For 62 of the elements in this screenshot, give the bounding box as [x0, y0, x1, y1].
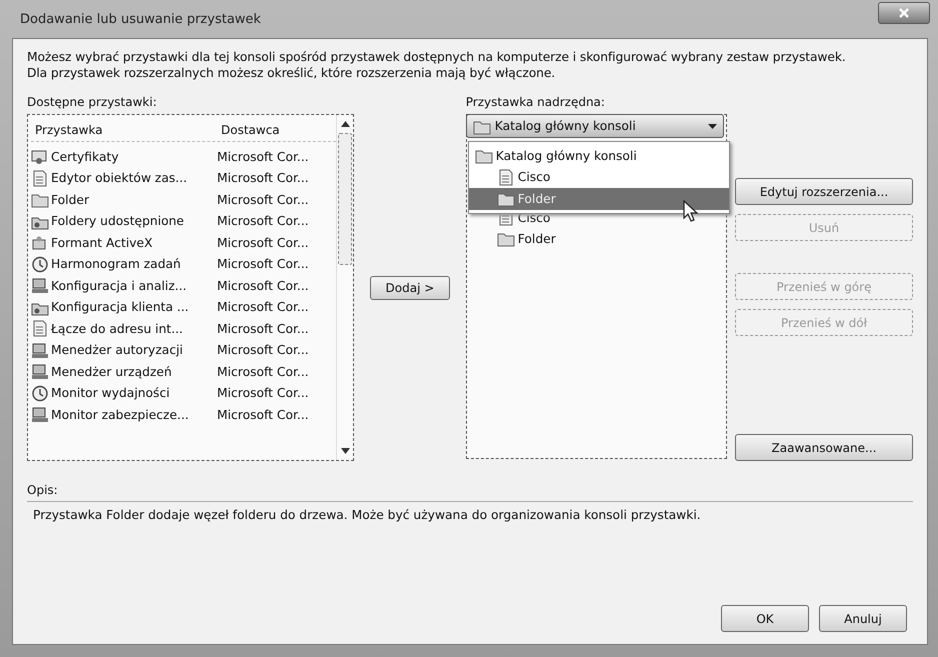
parent-label: Przystawka nadrzędna:: [466, 95, 606, 110]
list-item[interactable]: Edytor obiektów zas...: [51, 171, 188, 186]
computer-icon: [31, 406, 49, 424]
intro-text: Możesz wybrać przystawki dla tej konsoli spośród przystawek dostępnych na komputerze i skonfigurować wybrany zestaw przystawek.: [27, 49, 847, 65]
table-cell: Microsoft Cor...: [217, 386, 309, 400]
list-item[interactable]: Konfiguracja klienta ...: [51, 300, 189, 314]
column-header[interactable]: Dostawca: [221, 123, 280, 137]
description-label: Opis:: [27, 483, 913, 502]
parent-dropdown[interactable]: Katalog główny konsoli: [466, 114, 724, 138]
intro-text: Dla przystawek rozszerzalnych możesz określić, które rozszerzenia mają być włączone.: [27, 65, 556, 81]
caret-icon: [708, 124, 717, 128]
list-item[interactable]: Formant ActiveX: [51, 236, 152, 250]
scroll-down-arrow[interactable]: [340, 448, 350, 454]
dropdown-item[interactable]: Katalog główny konsoli: [468, 145, 729, 166]
document-icon: [31, 170, 49, 187]
description-text: Przystawka Folder dodaje węzeł folderu do drzewa. Może być używana do organizowania konsoli przystawki.: [32, 507, 702, 524]
window-title: Dodawanie lub usuwanie przystawek: [20, 12, 261, 26]
scrollbar[interactable]: [336, 115, 354, 460]
computer-icon: [31, 342, 49, 359]
tree-item[interactable]: Folder: [518, 232, 556, 246]
list-item[interactable]: Monitor wydajności: [51, 386, 170, 400]
list-label: Dostępne przystawki:: [27, 95, 158, 110]
side-button[interactable]: Zaawansowane...: [735, 434, 913, 461]
certificate-icon: [31, 148, 49, 166]
list-item[interactable]: Certyfikaty: [51, 150, 119, 164]
dropdown-item[interactable]: Cisco: [468, 166, 729, 188]
table-cell: Microsoft Cor...: [217, 278, 309, 293]
column-header[interactable]: Przystawka: [31, 123, 221, 137]
computer-icon: [31, 363, 49, 380]
close-icon: [898, 8, 910, 18]
table-cell: Microsoft Cor...: [217, 236, 309, 250]
table-cell: Microsoft Cor...: [217, 150, 309, 164]
add-button[interactable]: Dodaj >: [370, 276, 450, 300]
list-item[interactable]: Menedżer autoryzacji: [51, 343, 183, 358]
dropdown-item[interactable]: Folder: [468, 188, 729, 210]
table-cell: Microsoft Cor...: [217, 171, 309, 186]
side-button[interactable]: Edytuj rozszerzenia...: [735, 178, 913, 205]
list-item[interactable]: Folder: [51, 192, 90, 207]
list-item[interactable]: Monitor zabezpiecze...: [51, 408, 189, 422]
clock-icon: [31, 384, 49, 402]
clock-icon: [31, 256, 49, 273]
close-button[interactable]: [878, 2, 930, 24]
document-icon: [31, 320, 49, 338]
table-cell: Microsoft Cor...: [217, 300, 309, 314]
scroll-up-arrow[interactable]: [340, 121, 350, 127]
table-cell: Microsoft Cor...: [217, 214, 309, 228]
table-cell: Microsoft Cor...: [217, 257, 309, 272]
scrollbar-thumb[interactable]: [338, 133, 352, 265]
cancel-button[interactable]: Anuluj: [819, 605, 907, 632]
list-item[interactable]: Konfiguracja i analiz...: [51, 278, 187, 293]
ok-button[interactable]: OK: [721, 605, 809, 632]
list-item[interactable]: Foldery udostępnione: [51, 214, 184, 228]
computer-icon: [31, 277, 49, 294]
table-cell: Microsoft Cor...: [217, 322, 309, 336]
table-cell: Microsoft Cor...: [217, 192, 309, 207]
document-icon: [496, 168, 515, 186]
list-item[interactable]: Harmonogram zadań: [51, 257, 181, 272]
table-cell: Microsoft Cor...: [217, 364, 309, 379]
table-cell: Microsoft Cor...: [217, 343, 309, 358]
table-cell: Microsoft Cor...: [217, 408, 309, 422]
list-item[interactable]: Menedżer urządzeń: [51, 364, 172, 379]
list-item[interactable]: Łącze do adresu int...: [51, 322, 183, 336]
